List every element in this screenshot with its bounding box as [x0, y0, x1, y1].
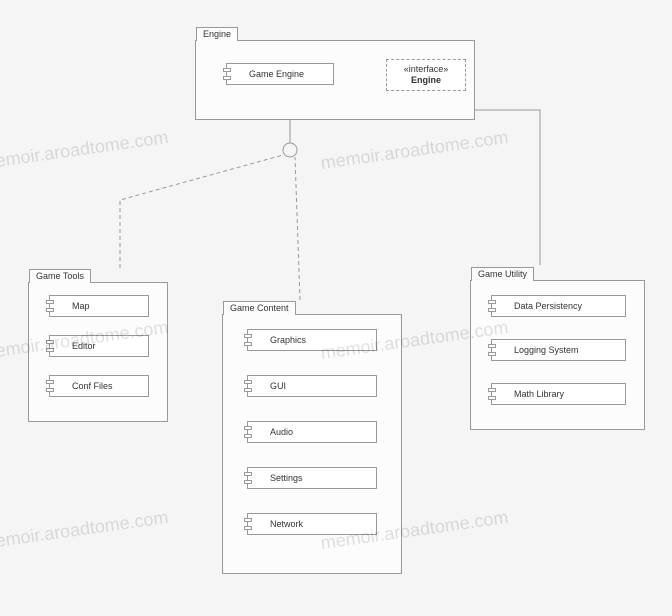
diagram-canvas: Engine Game Engine «interface» Engine Ga… [0, 0, 672, 616]
component-label: Settings [270, 473, 303, 483]
interface-stereotype: «interface» [393, 64, 459, 75]
component-game-engine: Game Engine [226, 63, 334, 85]
component-settings: Settings [247, 467, 377, 489]
component-map: Map [49, 295, 149, 317]
package-engine-title: Engine [196, 27, 238, 41]
component-label: Game Engine [249, 69, 304, 79]
component-graphics: Graphics [247, 329, 377, 351]
package-utility-title: Game Utility [471, 267, 534, 281]
component-label: Network [270, 519, 303, 529]
component-label: Data Persistency [514, 301, 582, 311]
package-content: Game Content Graphics GUI Audio Settings… [222, 314, 402, 574]
interface-engine: «interface» Engine [386, 59, 466, 91]
watermark: memoir.aroadtome.com [0, 127, 170, 174]
component-label: Logging System [514, 345, 579, 355]
package-tools: Game Tools Map Editor Conf Files [28, 282, 168, 422]
component-conf: Conf Files [49, 375, 149, 397]
package-content-title: Game Content [223, 301, 296, 315]
component-label: GUI [270, 381, 286, 391]
watermark: memoir.aroadtome.com [0, 507, 170, 554]
package-utility: Game Utility Data Persistency Logging Sy… [470, 280, 645, 430]
component-persist: Data Persistency [491, 295, 626, 317]
component-label: Graphics [270, 335, 306, 345]
watermark: memoir.aroadtome.com [319, 127, 509, 174]
component-label: Math Library [514, 389, 564, 399]
component-label: Editor [72, 341, 96, 351]
component-gui: GUI [247, 375, 377, 397]
package-tools-title: Game Tools [29, 269, 91, 283]
component-network: Network [247, 513, 377, 535]
component-editor: Editor [49, 335, 149, 357]
component-label: Map [72, 301, 90, 311]
component-audio: Audio [247, 421, 377, 443]
interface-name: Engine [393, 75, 459, 86]
package-engine: Engine Game Engine «interface» Engine [195, 40, 475, 120]
component-math: Math Library [491, 383, 626, 405]
component-label: Conf Files [72, 381, 113, 391]
component-label: Audio [270, 427, 293, 437]
component-logging: Logging System [491, 339, 626, 361]
